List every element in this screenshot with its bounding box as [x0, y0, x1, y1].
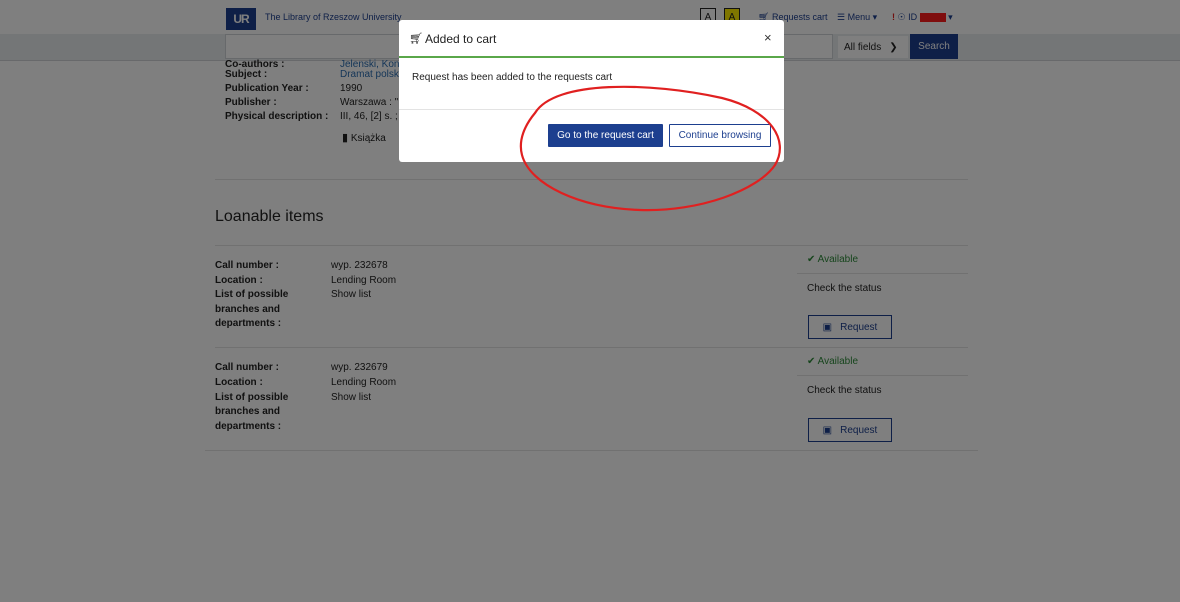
go-to-request-cart-button[interactable]: Go to the request cart	[548, 124, 663, 147]
dialog-title: Added to cart	[425, 32, 497, 46]
cart-icon: 🛒︎	[409, 33, 423, 45]
page: UR The Library of Rzeszow University A A…	[0, 0, 1180, 602]
dialog-header: 🛒︎ Added to cart ×	[399, 20, 784, 58]
added-to-cart-dialog: 🛒︎ Added to cart × Request has been adde…	[399, 20, 784, 162]
continue-browsing-button[interactable]: Continue browsing	[669, 124, 771, 147]
dialog-message: Request has been added to the requests c…	[412, 72, 613, 83]
close-icon[interactable]: ×	[764, 30, 772, 45]
divider	[399, 109, 784, 110]
